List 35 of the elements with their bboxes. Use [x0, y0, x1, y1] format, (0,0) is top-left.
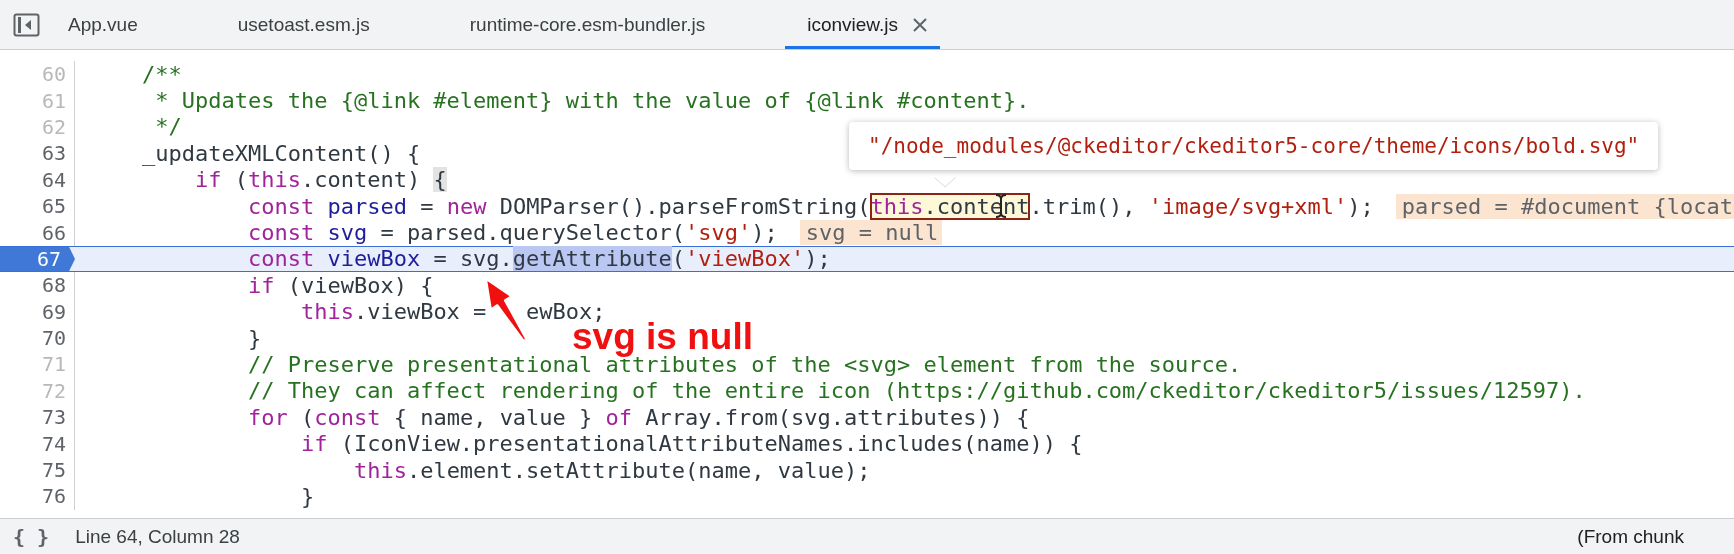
close-icon[interactable] — [912, 16, 929, 33]
file-tab[interactable]: App.vue — [48, 0, 218, 49]
file-tab[interactable]: runtime-core.esm-bundler.js — [449, 0, 786, 49]
code-text: this.element.setAttribute(name, value); — [352, 457, 871, 483]
selected-text: getAttribute — [512, 246, 672, 272]
code-text: const parsed = new DOMParser().parseFromString( — [246, 193, 871, 219]
code-text: .trim(), 'image/svg+xml'); — [1029, 193, 1374, 219]
code-text: */ — [154, 114, 182, 140]
inline-value: svg = null — [799, 220, 943, 246]
code-text: _updateXMLContent() { — [140, 140, 421, 166]
code-text: * Updates the {@link #element} with the value of {@link #content}. — [154, 88, 1030, 114]
file-tab[interactable]: usetoast.esm.js — [217, 0, 450, 49]
code-text: } — [299, 483, 315, 509]
matched-bracket: { — [433, 167, 447, 193]
tooltip-pointer — [933, 176, 957, 188]
code-text: if (IconView.presentationalAttributeNames.includes(name)) { — [299, 431, 1083, 457]
code-text: for (const { name, value } of Array.from(svg.attributes)) { — [246, 404, 1030, 430]
code-text: } — [246, 325, 262, 351]
source-info: (From chunk — [1577, 526, 1684, 548]
code-text: if (viewBox) { — [246, 272, 434, 298]
arrow — [485, 278, 528, 342]
code-text: ('viewBox'); — [671, 246, 831, 272]
sidebar-toggle-icon[interactable] — [13, 12, 40, 37]
line-number[interactable]: 67 — [0, 246, 75, 272]
code-text: // They can affect rendering of the entire icon (https://github.com/ckeditor/ckeditor5/issues/12597). — [246, 378, 1586, 404]
code-text: /** — [140, 61, 182, 87]
code-text: if (this.content) — [193, 167, 422, 193]
pretty-print-icon[interactable]: { } — [13, 525, 50, 549]
file-tab[interactable]: iconview.js — [785, 0, 941, 49]
code-text: this.viewBox = — [299, 299, 487, 325]
hover-tooltip: "/node_modules/@ckeditor/ckeditor5-core/theme/icons/bold.svg" — [849, 122, 1659, 170]
code-text: const viewBox = svg. — [246, 246, 513, 272]
cursor-position: Line 64, Column 28 — [75, 526, 240, 548]
inline-value: parsed = #document {locat — [1395, 193, 1734, 219]
code-text: const svg = parsed.querySelector('svg'); — [246, 220, 778, 246]
